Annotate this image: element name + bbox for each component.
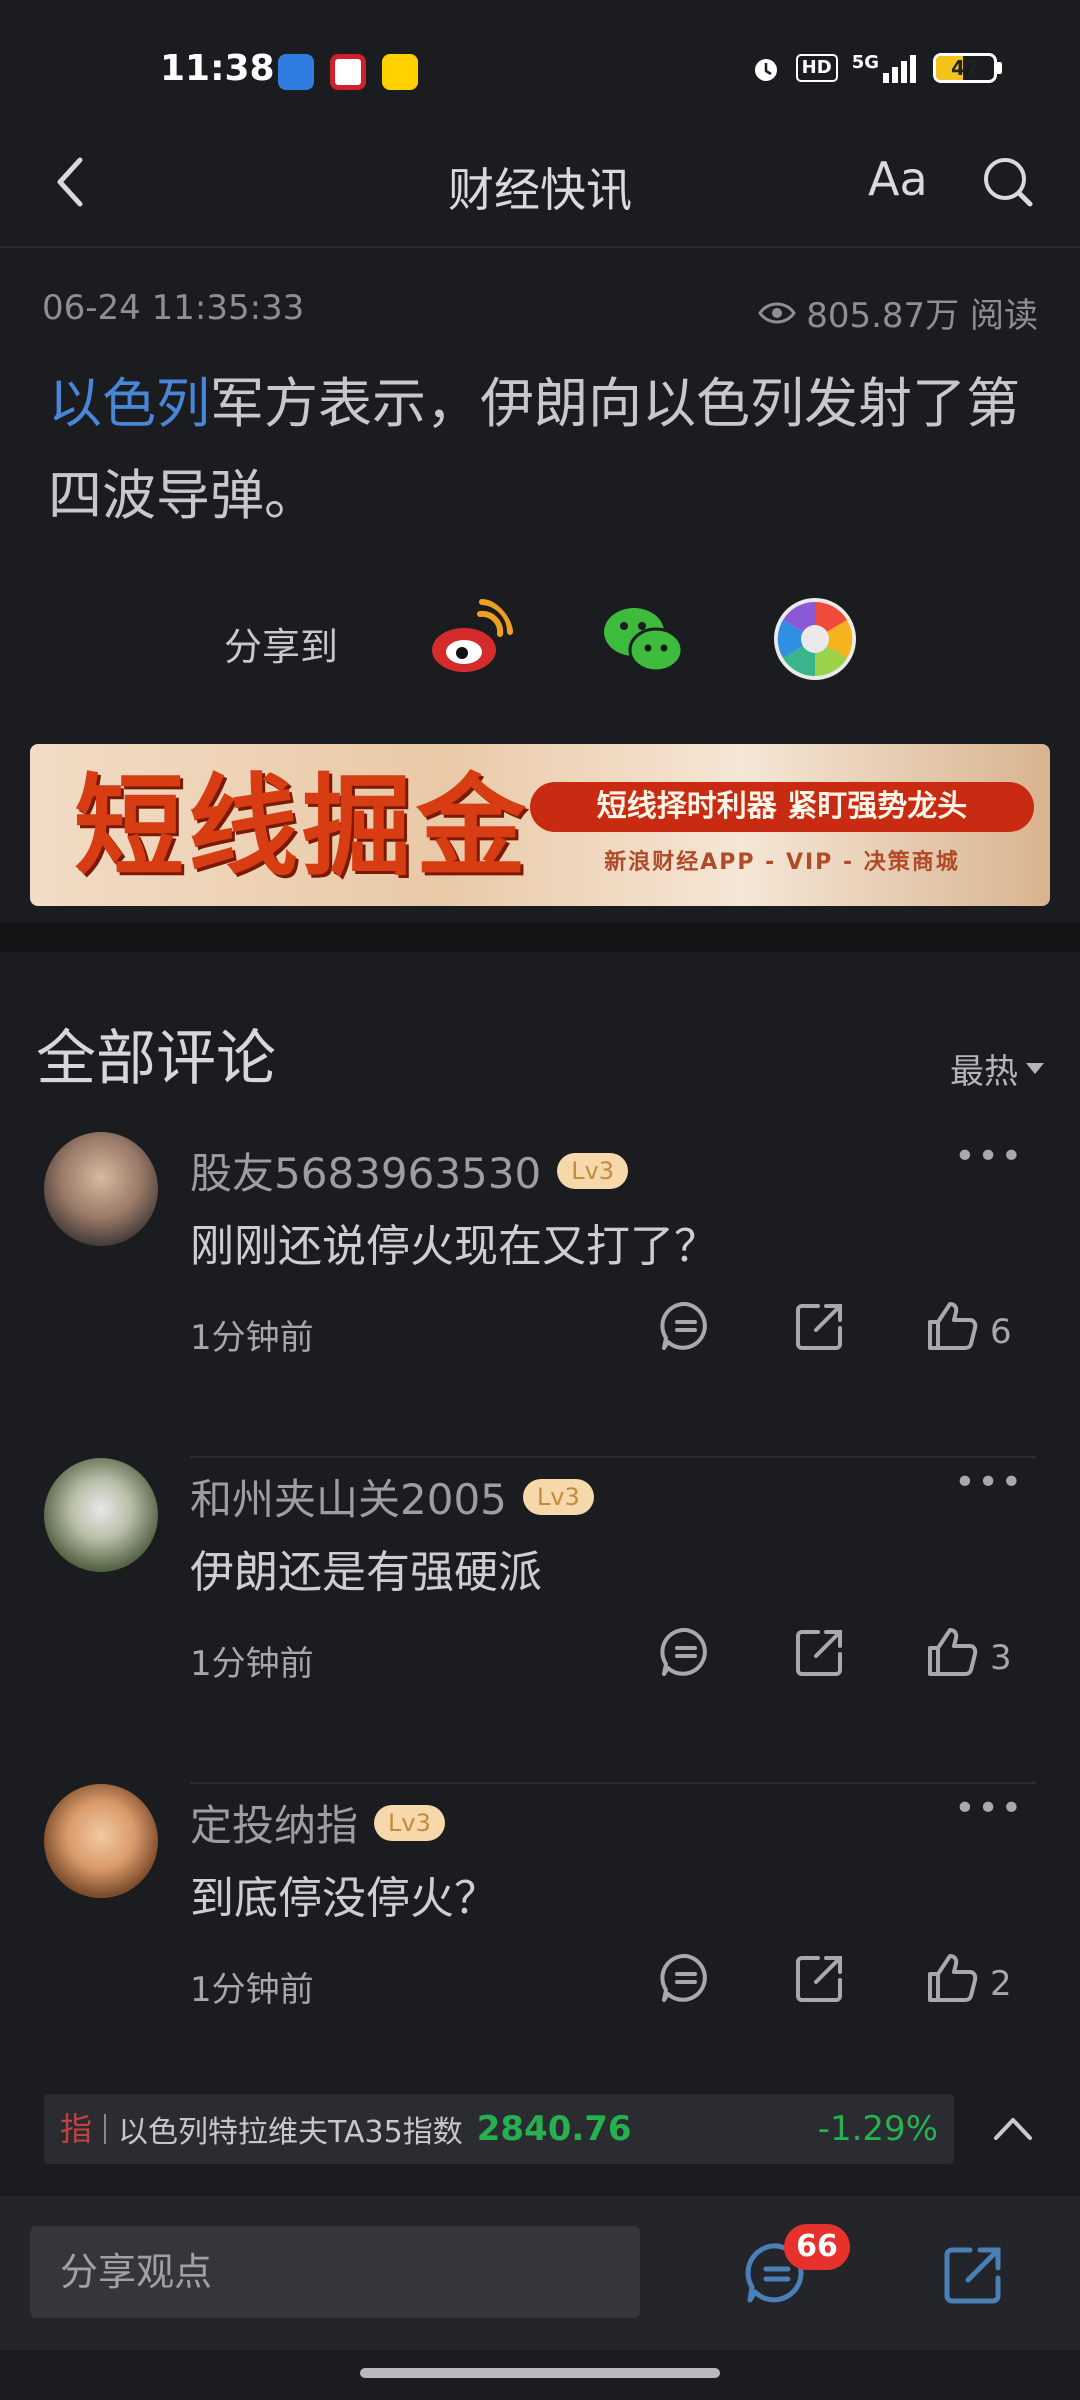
like-count: 3 [990, 1638, 1012, 1678]
app-icon-meituan [382, 54, 418, 90]
wechat-share-icon[interactable] [600, 596, 686, 682]
level-badge: Lv3 [557, 1152, 629, 1189]
more-options-icon[interactable]: ••• [954, 1788, 1024, 1829]
share-label: 分享到 [224, 625, 339, 669]
app-icon-bank [330, 54, 366, 90]
like-count: 6 [990, 1312, 1012, 1352]
more-options-icon[interactable]: ••• [954, 1462, 1024, 1503]
like-icon[interactable] [924, 1950, 980, 2006]
comment-time: 1分钟前 [190, 1970, 314, 2010]
signal-icon [883, 55, 916, 83]
weibo-share-icon[interactable] [428, 596, 514, 682]
status-indicators: HD 5G 47 [750, 52, 1002, 84]
chevron-up-icon[interactable] [990, 2108, 1036, 2148]
share-opinion-input[interactable] [30, 2226, 640, 2318]
home-indicator[interactable] [360, 2368, 720, 2378]
comment-item: 和州夹山关2005 Lv3 ••• 伊朗还是有强硬派 1分钟前 3 [0, 1458, 1080, 1784]
search-icon[interactable] [980, 154, 1036, 210]
read-count-text: 805.87万 阅读 [806, 296, 1038, 336]
comment-text: 到底停没停火？ [190, 1873, 498, 1924]
banner-subline: 新浪财经APP - VIP - 决策商城 [604, 850, 960, 875]
comment-time: 1分钟前 [190, 1318, 314, 1358]
article-body: 以色列军方表示，伊朗向以色列发射了第四波导弹。 [48, 358, 1038, 542]
more-options-icon[interactable]: ••• [954, 1136, 1024, 1177]
username-text: 股友5683963530 [190, 1149, 542, 1198]
moments-share-icon[interactable] [772, 596, 858, 682]
font-size-button[interactable]: Aa [868, 152, 928, 206]
sort-dropdown[interactable]: 最热 [950, 1044, 1044, 1093]
comment-count-badge: 66 [784, 2224, 850, 2270]
comment-username[interactable]: 定投纳指 Lv3 [190, 1792, 445, 1853]
reply-icon[interactable] [658, 1624, 714, 1680]
comment-username[interactable]: 股友5683963530 Lv3 [190, 1140, 629, 1201]
comment-text: 伊朗还是有强硬派 [190, 1547, 542, 1598]
ticker-tag: 指 [44, 2113, 107, 2145]
status-time: 11:38 [160, 48, 275, 89]
comment-username[interactable]: 和州夹山关2005 Lv3 [190, 1466, 594, 1527]
comment-item: 股友5683963530 Lv3 ••• 刚刚还说停火现在又打了？ 1分钟前 6 [0, 1132, 1080, 1458]
share-icon[interactable] [938, 2240, 1008, 2310]
alarm-icon [754, 59, 777, 81]
banner-headline: 短线掘金 [74, 763, 530, 891]
app-icon-finance [278, 54, 314, 90]
ticker-name: 以色列特拉维夫TA35指数 [118, 2115, 463, 2150]
ticker-change: -1.29% [817, 2109, 938, 2149]
index-ticker[interactable]: 指 以色列特拉维夫TA35指数 2840.76 -1.29% [44, 2094, 954, 2164]
share-icon[interactable] [792, 1298, 848, 1354]
share-icon[interactable] [792, 1950, 848, 2006]
level-badge: Lv3 [522, 1478, 594, 1515]
network-label: 5G [851, 51, 879, 73]
promo-banner[interactable]: 短线掘金 短线择时利器 紧盯强势龙头 新浪财经APP - VIP - 决策商城 [30, 744, 1050, 906]
share-icon[interactable] [792, 1624, 848, 1680]
comment-time: 1分钟前 [190, 1644, 314, 1684]
comment-text: 刚刚还说停火现在又打了？ [190, 1221, 718, 1272]
ticker-value: 2840.76 [476, 2109, 632, 2149]
battery-icon: 47 [933, 53, 997, 83]
caret-down-icon [1026, 1063, 1044, 1074]
avatar[interactable] [44, 1132, 158, 1246]
like-icon[interactable] [924, 1624, 980, 1680]
eye-icon [758, 302, 797, 323]
article-timestamp: 06-24 11:35:33 [42, 288, 305, 328]
reply-icon[interactable] [658, 1950, 714, 2006]
hd-badge: HD [795, 54, 838, 82]
comments-title: 全部评论 [36, 1024, 276, 1094]
section-divider [0, 922, 1080, 952]
avatar[interactable] [44, 1458, 158, 1572]
banner-pill: 短线择时利器 紧盯强势龙头 [530, 782, 1034, 832]
read-count: 805.87万 阅读 [758, 288, 1038, 337]
like-count: 2 [990, 1964, 1012, 2004]
like-icon[interactable] [924, 1298, 980, 1354]
username-text: 定投纳指 [190, 1801, 359, 1850]
battery-level: 47 [951, 56, 979, 80]
avatar[interactable] [44, 1784, 158, 1898]
username-text: 和州夹山关2005 [190, 1475, 507, 1524]
reply-icon[interactable] [658, 1298, 714, 1354]
article-keyword-link[interactable]: 以色列 [48, 372, 210, 435]
sort-label: 最热 [950, 1052, 1018, 1092]
comment-item: 定投纳指 Lv3 ••• 到底停没停火？ 1分钟前 2 [0, 1784, 1080, 2110]
level-badge: Lv3 [374, 1804, 445, 1841]
